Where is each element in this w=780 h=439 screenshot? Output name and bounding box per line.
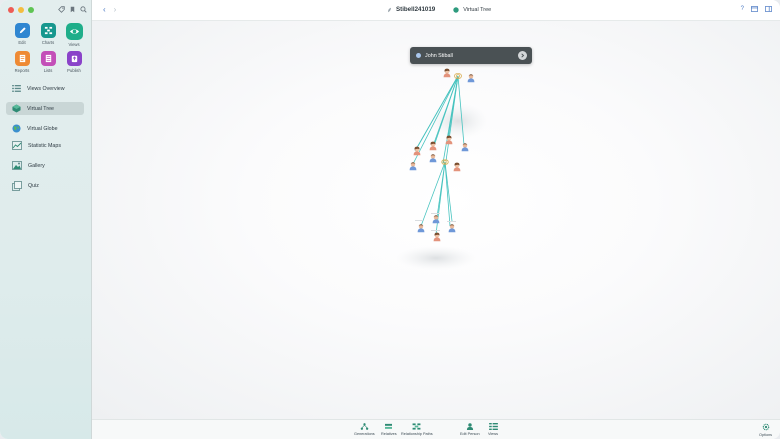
function-grid: Edit Charts Views Reports Lists Publish [9,23,85,73]
person-node[interactable] [409,162,417,171]
person-node[interactable] [461,143,469,152]
sidebar-item-virtual-globe[interactable]: Virtual Globe [6,122,84,135]
relatives-button[interactable]: Relatives [381,423,397,436]
ground-shadow [428,103,488,139]
sidebar: Edit Charts Views Reports Lists Publish … [0,0,92,439]
views-icon [488,423,498,430]
ground-shadow [396,246,476,270]
sidebar-item-label: Virtual Tree [27,105,54,112]
generations-label: Generations [354,432,375,436]
help-button[interactable]: ? [741,6,744,12]
relationship-paths-icon [412,423,421,430]
zoom-window-button[interactable] [28,7,34,13]
forward-arrow-icon[interactable]: › [114,6,117,14]
views-overview-icon [12,85,21,92]
close-window-button[interactable] [8,7,14,13]
person-node[interactable] [467,74,475,83]
views-button[interactable]: Views [61,23,87,47]
sidebar-item-label: Quiz [28,182,39,189]
minimize-window-button[interactable] [18,7,24,13]
person-node[interactable] [453,162,461,172]
publish-button[interactable]: Publish [61,51,87,73]
sidebar-item-statistic-maps[interactable]: Statistic Maps [6,139,84,152]
generations-icon [360,423,369,430]
gear-icon [762,423,769,431]
edit-person-label: Edit Person [460,432,480,436]
sidebar-item-label: Virtual Globe [27,125,58,132]
sidebar-item-virtual-tree[interactable]: Virtual Tree [6,102,84,115]
lists-button[interactable]: Lists [35,51,61,73]
person-node[interactable] [429,154,437,163]
relatives-label: Relatives [381,432,397,436]
virtual-tree-icon [12,104,21,113]
lists-label: Lists [43,68,53,73]
sidebar-item-gallery[interactable]: Gallery [6,159,84,172]
reports-icon [14,51,30,66]
bookmark-icon[interactable] [69,6,76,13]
reports-label: Reports [14,68,30,73]
chevron-right-icon [521,53,525,58]
search-person-icon[interactable] [80,6,87,13]
person-node[interactable] [443,68,451,78]
charts-icon [40,23,56,38]
views-bottom-button[interactable]: Views [488,423,498,436]
relationship-paths-label: Relationship Paths [401,432,433,436]
reports-button[interactable]: Reports [9,51,35,73]
relationship-lines [412,75,465,235]
window-icon[interactable] [751,6,758,12]
sidebar-item-label: Gallery [28,162,45,169]
sidebar-item-label: Statistic Maps [28,142,61,149]
leaf-icon [388,7,391,12]
publish-icon [66,51,82,66]
file-name: Stibell241019 [396,6,436,13]
toolbar: ‹ › Stibell241019 Virtual Tree ? [92,0,780,21]
sidebar-toggle-icon[interactable] [765,6,772,12]
charts-label: Charts [41,40,55,45]
gallery-icon [12,161,22,170]
options-button[interactable]: Options [759,423,772,437]
options-label: Options [759,433,773,437]
edit-label: Edit [18,40,26,45]
person-nodes[interactable] [409,68,475,242]
sidebar-item-quiz[interactable]: Quiz [6,179,84,192]
back-arrow-icon[interactable]: ‹ [103,6,106,14]
person-name: John Stiball [425,52,453,59]
toolbar-right: ? [741,6,772,12]
person-icon [416,53,421,58]
view-name: Virtual Tree [463,6,492,13]
bottom-toolbar: Generations Relatives Relationship Paths… [92,419,780,439]
charts-button[interactable]: Charts [35,23,61,47]
publish-label: Publish [67,68,81,73]
relatives-icon [385,423,393,429]
quiz-icon [12,180,22,191]
edit-person-button[interactable]: Edit Person [460,423,480,436]
virtual-tree-canvas[interactable]: John Stiball [92,21,780,419]
eye-icon [65,23,83,40]
pencil-icon [14,23,30,38]
virtual-tree-small-icon [453,6,459,13]
person-node[interactable] [433,232,441,242]
tag-icon[interactable] [58,6,65,13]
open-person-button[interactable] [518,51,527,60]
sidebar-top-icons [58,6,87,13]
views-bottom-label: Views [488,432,499,436]
sidebar-item-views-overview[interactable]: Views Overview [6,82,84,95]
app-window: Edit Charts Views Reports Lists Publish … [0,0,780,439]
views-label: Views [68,42,80,47]
edit-button[interactable]: Edit [9,23,35,47]
sidebar-item-label: Views Overview [27,85,65,92]
person-popup[interactable]: John Stiball [410,47,532,64]
relationship-paths-button[interactable]: Relationship Paths [401,423,433,436]
generations-button[interactable]: Generations [354,423,375,436]
person-node[interactable] [417,224,425,233]
statistic-maps-icon [12,141,22,150]
window-controls [8,7,34,13]
globe-icon [12,124,21,133]
tree-graphic[interactable] [92,21,780,419]
person-icon [466,423,473,430]
window-title: Stibell241019 Virtual Tree [387,6,491,13]
history-navigation: ‹ › [103,6,116,14]
lists-icon [40,51,56,66]
